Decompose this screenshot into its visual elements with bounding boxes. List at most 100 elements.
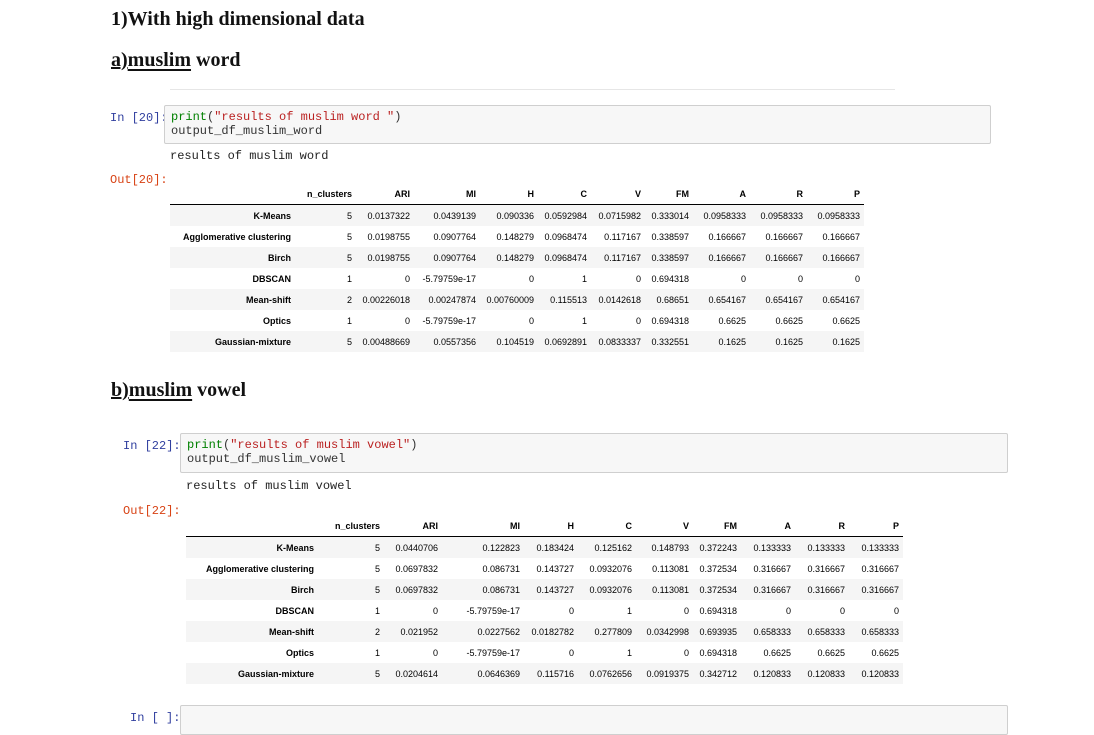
input-prompt: In [ ]: [130,711,181,725]
table-cell: 0.0137322 [367,210,410,221]
table-cell: 0.0907764 [433,231,476,242]
table-cell: 5 [346,336,352,347]
column-header: MI [442,516,524,537]
table-cell: 0.1625 [832,336,860,347]
table-row: Agglomerative clustering 5 0.0697832 0.0867… [186,558,903,579]
table-cell: 0.316667 [861,584,899,595]
table-cell: -5.79759e-17 [422,315,476,326]
table-cell: 0.0907764 [433,252,476,263]
table-cell: 0.0958333 [760,210,803,221]
table-cell: 0.120833 [861,668,899,679]
table-row: Optics 1 0 -5.79759e-17 0 1 0 0.694318 0.6625 0.6… [170,310,864,331]
table-cell: 0.122823 [482,542,520,553]
table-cell: 5 [346,231,352,242]
table-cell: 0.133333 [807,542,845,553]
table-cell: 0 [635,273,641,284]
table-cell: 0.0833337 [598,336,641,347]
table-cell: 0.6625 [817,647,845,658]
table-cell: 0.0968474 [544,252,587,263]
table-cell: 0.0646369 [477,668,520,679]
table-cell: 0.148279 [496,252,534,263]
table-cell: 0.372534 [699,584,737,595]
empty-code-cell[interactable] [180,705,1008,735]
table-cell: 0.68651 [656,294,689,305]
section-b-keyword: muslim [128,379,193,401]
table-cell: 5 [346,210,352,221]
table-cell: 0.166667 [708,231,746,242]
row-label: Birch [267,252,291,263]
table-cell: 0.090336 [496,210,534,221]
table-cell: 0.00488669 [362,336,410,347]
table-row: Birch 5 0.0198755 0.0907764 0.148279 0.096847… [170,247,864,268]
column-header: MI [414,184,480,205]
table-cell: 0 [432,605,438,616]
code-line: print("results of muslim word ") [171,110,402,124]
table-cell: 0.120833 [753,668,791,679]
table-cell: 0.0142618 [598,294,641,305]
table-cell: 0.0958333 [817,210,860,221]
table-cell: 0.166667 [765,231,803,242]
table-cell: 5 [346,252,352,263]
table-cell: 0.694318 [699,647,737,658]
table-cell: 0.115716 [537,668,574,679]
table-cell: 0.115513 [550,294,587,305]
table-cell: -5.79759e-17 [422,273,476,284]
table-cell: 0.0342998 [646,626,689,637]
column-header: V [636,516,693,537]
table-cell: 0.0697832 [395,563,438,574]
row-label: Birch [290,584,314,595]
section-heading-vowel: b)muslim vowel [111,379,246,402]
table-cell: 2 [346,294,352,305]
table-cell: 0.117167 [604,252,641,263]
table-cell: 0.00247874 [428,294,476,305]
stdout-text: results of muslim word [170,149,329,163]
section-a-prefix: a) [111,49,128,71]
table-cell: 1 [374,605,380,616]
row-label: Agglomerative clustering [182,231,291,242]
row-label: Optics [262,315,291,326]
column-header: R [795,516,849,537]
code-func: print [187,438,224,452]
table-header-row: n_clusters ARI MI H C V FM A R P [170,184,864,205]
table-cell: 0 [854,273,860,284]
table-cell: 0.086731 [482,584,520,595]
table-cell: 0.333014 [651,210,689,221]
table-cell: 2 [374,626,380,637]
table-cell: 0.6625 [775,315,803,326]
table-cell: 0.113081 [652,563,689,574]
table-cell: 0.0557356 [433,336,476,347]
row-label: Gaussian-mixture [237,668,314,679]
table-cell: 0 [683,647,689,658]
results-table-vowel: n_clusters ARI MI H C V FM A R P K-Means 5 0.044070… [186,516,903,684]
code-cell[interactable]: print("results of muslim word ") output_… [164,105,991,144]
code-cell[interactable]: print("results of muslim vowel") output_… [180,433,1008,473]
table-cell: 0.1625 [718,336,746,347]
row-label: K-Means [276,542,314,553]
table-cell: 0.0592984 [544,210,587,221]
column-header: V [591,184,645,205]
column-header: FM [693,516,741,537]
table-cell: 0.316667 [753,584,791,595]
table-cell: 0.166667 [822,252,860,263]
table-cell: 0.166667 [765,252,803,263]
output-prompt: Out[20]: [110,173,168,187]
results-table-word: n_clusters ARI MI H C V FM A R P K-Means 5 0.013732… [170,184,864,352]
table-cell: 0.117167 [604,231,641,242]
row-label: K-Means [253,210,291,221]
table-cell: 0.0204614 [395,668,438,679]
table-row: DBSCAN 1 0 -5.79759e-17 0 1 0 0.694318 0 0 0 [186,600,903,621]
table-cell: 0 [740,273,746,284]
row-label: Mean-shift [269,626,314,637]
table-cell: 0 [528,273,534,284]
column-header: n_clusters [295,184,356,205]
column-header: A [693,184,750,205]
table-row: DBSCAN 1 0 -5.79759e-17 0 1 0 0.694318 0 0 0 [170,268,864,289]
table-cell: 0.1625 [775,336,803,347]
table-cell: 0.277809 [594,626,632,637]
table-cell: 0.654167 [765,294,803,305]
section-a-rest: word [191,49,241,71]
table-cell: 5 [374,584,380,595]
table-cell: 0.6625 [763,647,791,658]
table-cell: 0 [785,605,791,616]
table-cell: 0 [683,605,689,616]
